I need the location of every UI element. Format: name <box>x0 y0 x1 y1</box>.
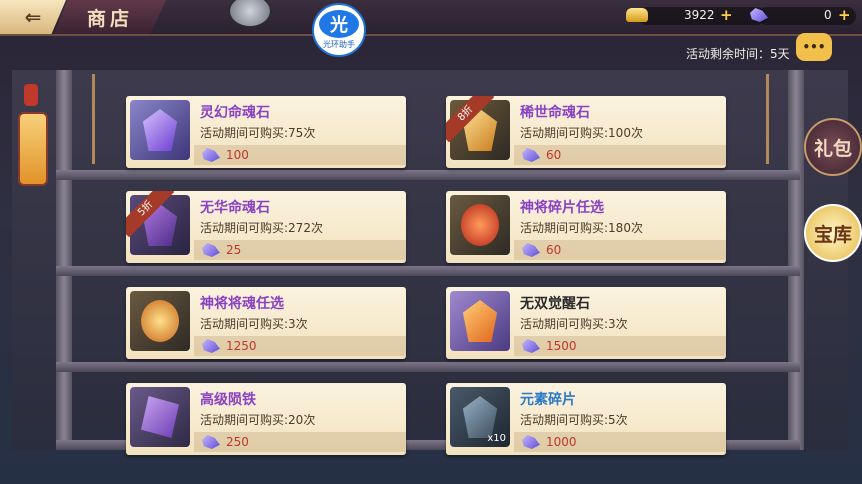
item-name: 高级陨铁 <box>200 392 256 408</box>
lantern-knot-icon <box>24 84 38 106</box>
helper-glyph: 光 <box>319 10 359 38</box>
item-quantity: x10 <box>487 433 506 444</box>
shop-item-card[interactable]: 无双觉醒石 活动期间可购买:3次 1500 <box>446 287 726 359</box>
item-price: 1250 <box>226 339 257 353</box>
meteor-iron-icon <box>141 396 179 438</box>
crystal-icon <box>522 339 540 353</box>
crystal-icon <box>522 243 540 257</box>
awakening-stone-icon <box>462 300 498 342</box>
crystal-icon <box>202 435 220 449</box>
chat-icon[interactable]: ••• <box>796 33 832 61</box>
item-thumbnail <box>130 291 190 351</box>
shop-item-card[interactable]: x10 元素碎片 活动期间可购买:5次 1000 <box>446 383 726 455</box>
gold-ingot-icon <box>626 8 648 22</box>
item-thumbnail <box>130 100 190 160</box>
shop-item-card[interactable]: 灵幻命魂石 活动期间可购买:75次 100 <box>126 96 406 168</box>
shop-item-card[interactable]: 高级陨铁 活动期间可购买:20次 250 <box>126 383 406 455</box>
shop-item-card[interactable]: 神将将魂任选 活动期间可购买:3次 1250 <box>126 287 406 359</box>
item-thumbnail: x10 <box>450 387 510 447</box>
item-limit: 活动期间可购买:3次 <box>520 317 628 331</box>
shop-item-card[interactable]: 8折 稀世命魂石 活动期间可购买:100次 60 <box>446 96 726 168</box>
shelf-plank <box>56 170 800 180</box>
item-name: 神将碎片任选 <box>520 200 604 216</box>
add-crystal-button[interactable]: + <box>838 6 851 24</box>
item-thumbnail <box>450 291 510 351</box>
price-row: 250 <box>194 432 406 452</box>
crystal-icon <box>522 148 540 162</box>
clock-icon[interactable] <box>228 0 272 28</box>
item-price: 60 <box>546 243 562 257</box>
price-row: 60 <box>514 240 726 260</box>
event-timer-text: 活动剩余时间：5天 <box>686 47 790 61</box>
element-fragment-icon <box>462 396 498 438</box>
item-limit: 活动期间可购买:100次 <box>520 126 643 140</box>
price-row: 100 <box>194 145 406 165</box>
crystal-icon <box>202 243 220 257</box>
item-name: 无华命魂石 <box>200 200 270 216</box>
price-row: 60 <box>514 145 726 165</box>
item-name: 无双觉醒石 <box>520 296 590 312</box>
lantern-icon <box>18 112 48 186</box>
crystal-icon <box>202 339 220 353</box>
gift-pack-label: 礼包 <box>813 137 852 160</box>
item-price: 25 <box>226 243 242 257</box>
item-limit: 活动期间可购买:5次 <box>520 413 628 427</box>
item-price: 1000 <box>546 435 577 449</box>
item-limit: 活动期间可购买:75次 <box>200 126 316 140</box>
crystal-icon <box>522 435 540 449</box>
item-thumbnail <box>450 195 510 255</box>
gold-currency: 3922 + <box>626 6 766 25</box>
price-row: 1250 <box>194 336 406 356</box>
price-row: 25 <box>194 240 406 260</box>
crystal-amount: 0 <box>824 8 832 22</box>
hero-fragment-icon <box>461 204 499 246</box>
gold-amount: 3922 <box>684 8 715 22</box>
helper-badge[interactable]: 光 光环助手 <box>312 3 366 57</box>
item-thumbnail <box>130 387 190 447</box>
item-price: 60 <box>546 148 562 162</box>
price-row: 1500 <box>514 336 726 356</box>
crystal-icon <box>202 148 220 162</box>
item-price: 1500 <box>546 339 577 353</box>
arrow-left-icon: ⇐ <box>24 5 42 29</box>
helper-label: 光环助手 <box>323 40 355 49</box>
item-name: 稀世命魂石 <box>520 105 590 121</box>
rope <box>92 74 95 164</box>
vault-button[interactable]: 宝库 <box>804 204 862 262</box>
crystal-currency: 0 + <box>758 6 856 25</box>
top-bar: ⇐ 商店 3922 + 0 + <box>0 0 862 36</box>
gift-pack-button[interactable]: 礼包 <box>804 118 862 176</box>
page-title: 商店 <box>86 7 133 30</box>
soul-stone-icon <box>142 109 178 151</box>
item-limit: 活动期间可购买:180次 <box>520 221 643 235</box>
hero-soul-icon <box>141 300 179 342</box>
shelf-plank <box>56 266 800 276</box>
shop-item-card[interactable]: 神将碎片任选 活动期间可购买:180次 60 <box>446 191 726 263</box>
shelf-plank <box>56 362 800 372</box>
rope <box>766 74 769 164</box>
item-limit: 活动期间可购买:272次 <box>200 221 323 235</box>
crystal-icon <box>750 8 768 22</box>
price-row: 1000 <box>514 432 726 452</box>
item-limit: 活动期间可购买:3次 <box>200 317 308 331</box>
add-gold-button[interactable]: + <box>720 6 733 24</box>
shop-item-card[interactable]: 5折 无华命魂石 活动期间可购买:272次 25 <box>126 191 406 263</box>
item-price: 100 <box>226 148 249 162</box>
item-price: 250 <box>226 435 249 449</box>
item-name: 灵幻命魂石 <box>200 105 270 121</box>
item-limit: 活动期间可购买:20次 <box>200 413 316 427</box>
left-pillar <box>56 70 72 450</box>
right-pillar <box>788 70 804 450</box>
vault-label: 宝库 <box>813 223 852 246</box>
item-name: 元素碎片 <box>520 392 576 408</box>
item-name: 神将将魂任选 <box>200 296 284 312</box>
title-plate: 商店 <box>54 0 166 34</box>
